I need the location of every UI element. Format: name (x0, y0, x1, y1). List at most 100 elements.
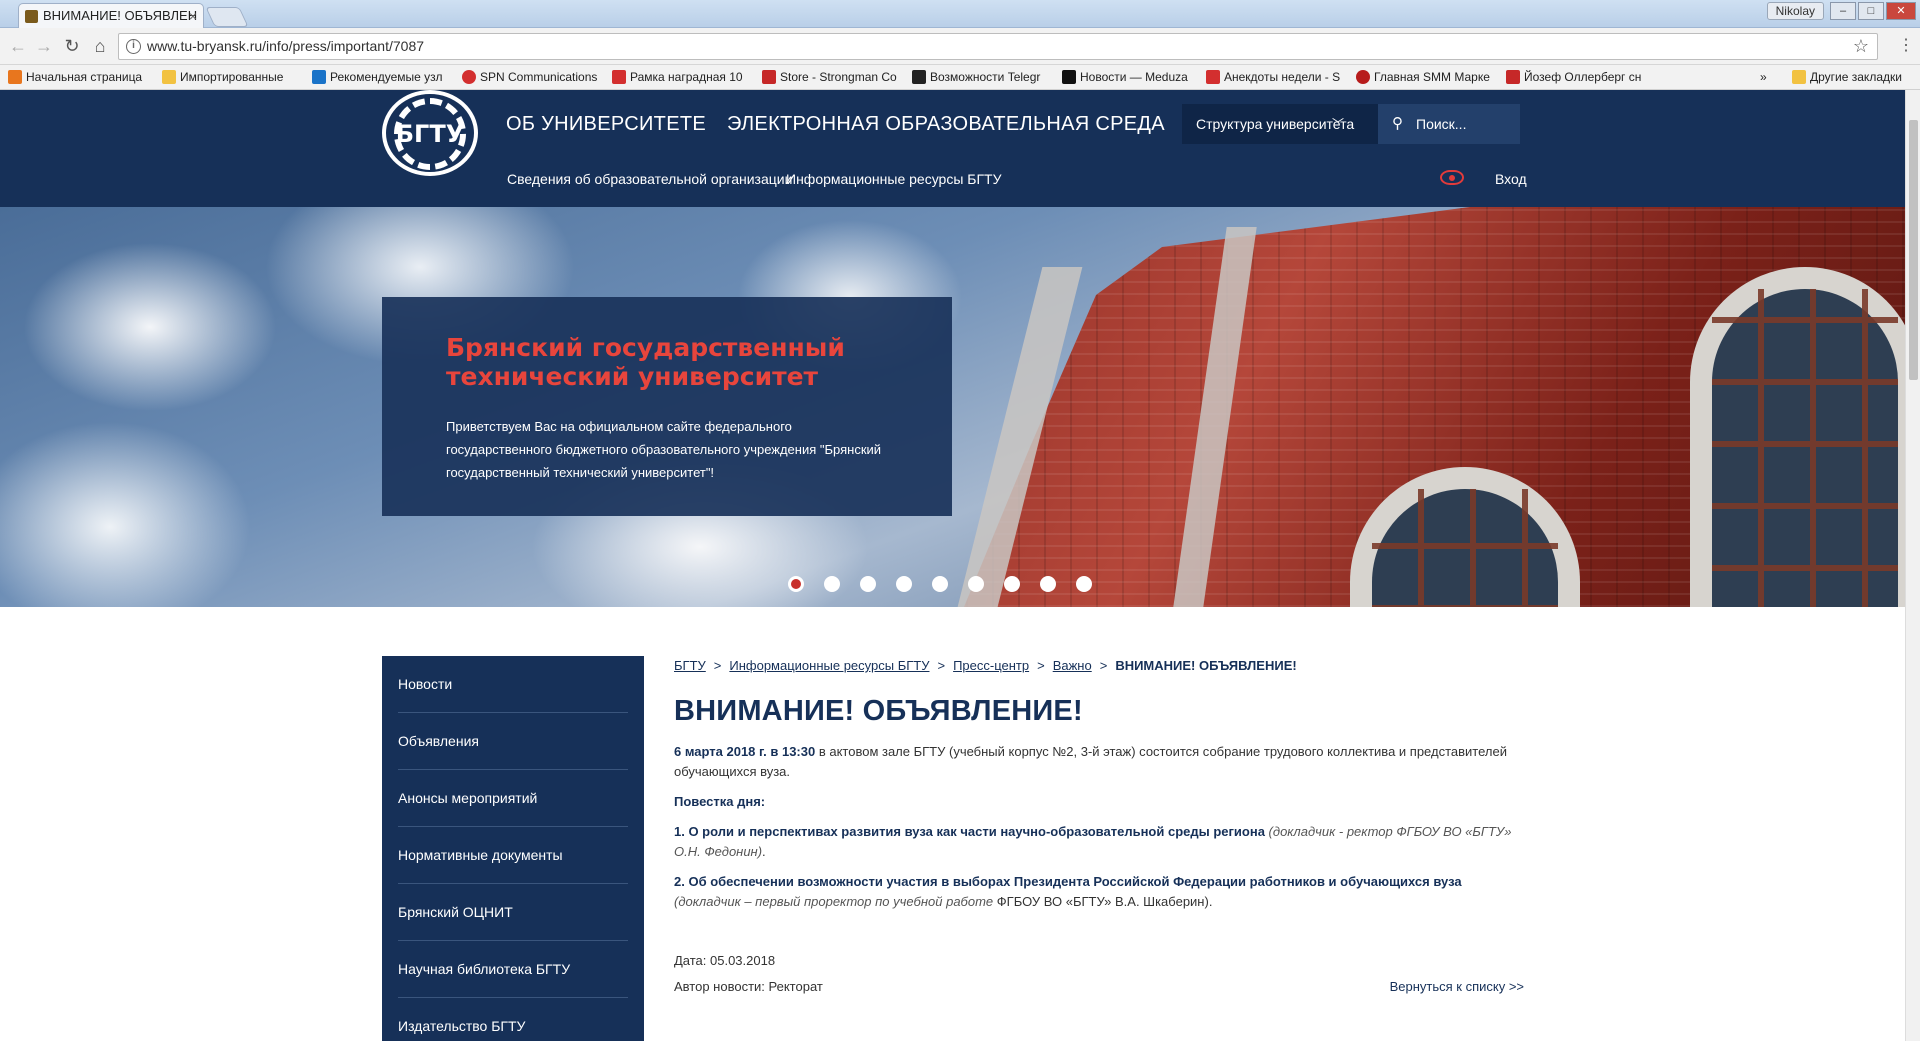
sidebar-item-regulations[interactable]: Нормативные документы (398, 827, 628, 884)
breadcrumb-link[interactable]: Информационные ресурсы БГТУ (729, 658, 929, 673)
event-datetime: 6 марта 2018 г. в 13:30 (674, 744, 816, 759)
bookmark-favicon-icon (312, 70, 326, 84)
agenda-item-end: ФГБОУ ВО «БГТУ» В.А. Шкаберин). (993, 894, 1213, 909)
nav-about[interactable]: ОБ УНИВЕРСИТЕТЕ (506, 113, 706, 136)
slider-dot[interactable] (1040, 576, 1056, 592)
article-intro: 6 марта 2018 г. в 13:30 в актовом зале Б… (674, 742, 1524, 782)
bookmark-item[interactable]: Рамка наградная 10 (610, 65, 748, 90)
other-bookmarks[interactable]: Другие закладки (1790, 65, 1915, 90)
search-icon: ⚲ (1392, 115, 1403, 132)
article-date: Дата: 05.03.2018 (674, 953, 776, 968)
slider-dot[interactable] (932, 576, 948, 592)
breadcrumb-current: ВНИМАНИЕ! ОБЪЯВЛЕНИЕ! (1115, 658, 1297, 673)
bookmark-label: Другие закладки (1810, 70, 1902, 84)
window-close-icon[interactable]: ✕ (1886, 2, 1916, 20)
slider-dot[interactable] (1004, 576, 1020, 592)
maximize-icon[interactable]: □ (1858, 2, 1884, 20)
bookmark-label: Анекдоты недели - S (1224, 70, 1341, 84)
breadcrumb-separator: > (1099, 658, 1108, 673)
slider-dot[interactable] (788, 576, 804, 592)
bookmark-label: Импортированные (180, 70, 284, 84)
sidebar-item-ocnit[interactable]: Брянский ОЦНИТ (398, 884, 628, 941)
subnav-info-resources[interactable]: Информационные ресурсы БГТУ (786, 171, 1002, 187)
bookmark-label: Начальная страница (26, 70, 143, 84)
breadcrumb: БГТУ > Информационные ресурсы БГТУ > Пресс-ц… (674, 658, 1524, 673)
bookmark-star-icon[interactable]: ☆ (1853, 34, 1869, 59)
bookmark-favicon-icon (1356, 70, 1370, 84)
breadcrumb-link[interactable]: Пресс-центр (953, 658, 1029, 673)
breadcrumb-link[interactable]: Важно (1053, 658, 1092, 673)
agenda-item-title: 2. Об обеспечении возможности участия в … (674, 874, 1462, 889)
bookmark-favicon-icon (612, 70, 626, 84)
sidebar-item-events[interactable]: Анонсы мероприятий (398, 770, 628, 827)
login-link[interactable]: Вход (1495, 171, 1527, 187)
bookmark-item[interactable]: Store - Strongman Co (760, 65, 898, 90)
bookmarks-overflow-button[interactable]: » (1756, 65, 1776, 90)
slider-dot[interactable] (896, 576, 912, 592)
bookmark-item[interactable]: Йозеф Оллерберг сн (1504, 65, 1642, 90)
bookmark-favicon-icon (462, 70, 476, 84)
slider-dot[interactable] (860, 576, 876, 592)
site-info-icon[interactable]: i (126, 39, 141, 54)
bookmark-favicon-icon (8, 70, 22, 84)
search-input[interactable]: ⚲ Поиск... (1378, 104, 1520, 144)
sidebar-item-news[interactable]: Новости (398, 656, 628, 713)
breadcrumb-separator: > (937, 658, 946, 673)
browser-tab[interactable]: ВНИМАНИЕ! ОБЪЯВЛЕН × (18, 3, 204, 28)
window-title-bar: ВНИМАНИЕ! ОБЪЯВЛЕН × Nikolay – □ ✕ (0, 0, 1920, 28)
bookmark-label: Главная SMM Марке (1374, 70, 1490, 84)
reload-icon[interactable]: ↻ (60, 36, 84, 56)
slider-dots (788, 576, 1112, 592)
new-tab-button[interactable] (205, 7, 249, 27)
profile-button[interactable]: Nikolay (1766, 2, 1824, 20)
subnav-org-info[interactable]: Сведения об образовательной организации (507, 171, 792, 187)
university-logo[interactable]: БГТУ (382, 90, 478, 176)
bookmark-item[interactable]: Рекомендуемые узл (310, 65, 448, 90)
home-icon[interactable]: ⌂ (88, 36, 112, 56)
bookmark-favicon-icon (1206, 70, 1220, 84)
bookmark-label: Йозеф Оллерберг сн (1524, 70, 1642, 84)
back-arrow-icon[interactable]: ← (6, 36, 30, 56)
accessibility-eye-icon[interactable] (1440, 170, 1464, 185)
bookmark-item[interactable]: Главная SMM Марке (1354, 65, 1492, 90)
slider-dot[interactable] (968, 576, 984, 592)
page-scrollbar[interactable] (1905, 90, 1920, 1041)
hero-card: Брянский государственный технический уни… (382, 297, 952, 516)
bookmark-item[interactable]: Возможности Telegr (910, 65, 1048, 90)
bookmark-item[interactable]: Импортированные (160, 65, 298, 90)
bookmarks-bar: Начальная страница Импортированные Реком… (0, 65, 1920, 90)
bookmark-label: Рамка наградная 10 (630, 70, 743, 84)
nav-e-learning[interactable]: ЭЛЕКТРОННАЯ ОБРАЗОВАТЕЛЬНАЯ СРЕДА (727, 113, 1165, 136)
article-meta: Дата: 05.03.2018 Автор новости: Ректорат… (674, 948, 1524, 1000)
slider-dot[interactable] (1076, 576, 1092, 592)
site-header: БГТУ ОБ УНИВЕРСИТЕТЕ ЭЛЕКТРОННАЯ ОБРАЗОВ… (0, 90, 1905, 207)
sidebar-item-publishing[interactable]: Издательство БГТУ (398, 998, 628, 1055)
sidebar-item-announcements[interactable]: Объявления (398, 713, 628, 770)
forward-arrow-icon[interactable]: → (32, 36, 56, 56)
chevron-down-icon: ﹀ (1331, 117, 1344, 131)
back-to-list-link[interactable]: Вернуться к списку >> (1390, 974, 1524, 1000)
tab-close-icon[interactable]: × (189, 4, 197, 28)
bookmark-item[interactable]: Новости — Meduza (1060, 65, 1198, 90)
agenda-item-title: 1. О роли и перспективах развития вуза к… (674, 824, 1265, 839)
breadcrumb-separator: > (713, 658, 722, 673)
bookmark-item[interactable]: Начальная страница (6, 65, 148, 90)
agenda-item-2: 2. Об обеспечении возможности участия в … (674, 872, 1524, 912)
structure-dropdown[interactable]: Структура университета ﹀ (1182, 104, 1378, 144)
bookmark-favicon-icon (762, 70, 776, 84)
folder-icon (162, 70, 176, 84)
address-bar[interactable]: i www.tu-bryansk.ru/info/press/important… (118, 33, 1878, 60)
minimize-icon[interactable]: – (1830, 2, 1856, 20)
sidebar-item-library[interactable]: Научная библиотека БГТУ (398, 941, 628, 998)
breadcrumb-link[interactable]: БГТУ (674, 658, 706, 673)
bookmark-item[interactable]: Анекдоты недели - S (1204, 65, 1342, 90)
bookmark-item[interactable]: SPN Communications (460, 65, 598, 90)
agenda-item-1: 1. О роли и перспективах развития вуза к… (674, 822, 1524, 862)
bookmark-favicon-icon (1506, 70, 1520, 84)
tab-title: ВНИМАНИЕ! ОБЪЯВЛЕН (43, 8, 198, 23)
bookmark-label: Рекомендуемые узл (330, 70, 443, 84)
scrollbar-thumb[interactable] (1909, 120, 1918, 380)
logo-text: БГТУ (395, 120, 465, 148)
slider-dot[interactable] (824, 576, 840, 592)
browser-menu-icon[interactable]: ⋮ (1898, 35, 1914, 55)
